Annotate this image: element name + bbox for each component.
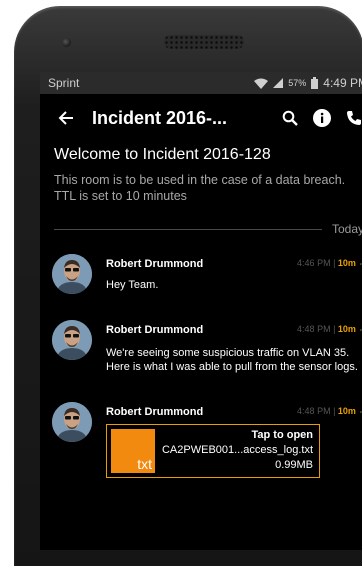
welcome-title: Welcome to Incident 2016-128 [54,146,271,163]
clock: 4:49 PM [323,76,362,90]
message-time: 4:48 PM [297,324,331,334]
message-item[interactable]: Robert Drummond We're seeing some suspic… [40,320,362,374]
back-button[interactable] [50,102,82,134]
call-button[interactable] [338,102,362,134]
avatar-image [52,254,92,294]
message-time: 4:46 PM [297,258,331,268]
txt-file-icon: txt [111,429,155,473]
battery-percent: 57% [288,78,307,88]
room-description: This room is to be used in the case of a… [54,173,346,203]
wifi-icon [254,78,269,89]
phone-icon [347,111,361,125]
speaker-grille [164,35,244,49]
page-title: Incident 2016-... [92,107,228,128]
search-icon [282,110,298,126]
ttl-badge: 10m [337,406,356,416]
message-item[interactable]: Robert Drummond Hey Team. 4:46 PM | 10m … [40,254,362,294]
divider-line [54,228,322,230]
message-item[interactable]: Robert Drummond txt Tap to open CA2PWEB0… [40,402,362,478]
check-icon: ✓ [358,258,362,268]
cell-signal-icon [273,78,284,88]
avatar[interactable] [52,254,92,294]
message-meta: 4:48 PM | 10m ✓ [297,324,362,335]
message-line: Here is what I was able to pull from the… [106,361,358,373]
status-indicators: 57% 4:49 PM [254,76,362,90]
avatar[interactable] [52,402,92,442]
avatar[interactable] [52,320,92,360]
attachment-size: 0.99MB [275,459,313,471]
date-divider: Today [54,222,362,236]
back-arrow-icon [58,111,73,125]
message-meta: 4:46 PM | 10m ✓ [297,258,362,269]
app-bar: Incident 2016-... [40,94,362,142]
message-time: 4:48 PM [297,406,331,416]
info-icon [313,109,331,127]
message-meta: 4:48 PM | 10m ✓ [297,406,362,417]
check-icon: ✓ [358,406,362,416]
file-attachment[interactable]: txt Tap to open CA2PWEB001...access_log.… [106,424,320,478]
ttl-badge: 10m [337,258,356,268]
divider-label: Today [331,222,362,236]
attachment-filename: CA2PWEB001...access_log.txt [161,444,313,456]
screen: Sprint 57% 4:49 PM Incident 2016-... [40,72,362,550]
carrier-label: Sprint [48,76,80,90]
message-text: Hey Team. [106,279,159,291]
camera-icon [62,38,71,47]
attachment-info: Tap to open CA2PWEB001...access_log.txt … [159,425,319,477]
tap-to-open-label: Tap to open [251,429,313,441]
info-button[interactable] [306,102,338,134]
check-icon: ✓ [358,324,362,334]
status-bar: Sprint 57% 4:49 PM [40,72,362,94]
avatar-image [52,402,92,442]
battery-icon [311,77,319,89]
message-line: We're seeing some suspicious traffic on … [106,347,350,359]
avatar-image [52,320,92,360]
message-text: We're seeing some suspicious traffic on … [106,346,362,374]
file-ext-label: txt [137,456,152,472]
room-welcome: Welcome to Incident 2016-128 This room i… [40,142,362,204]
phone-frame: Sprint 57% 4:49 PM Incident 2016-... [14,6,362,566]
search-button[interactable] [274,102,306,134]
ttl-badge: 10m [337,324,356,334]
